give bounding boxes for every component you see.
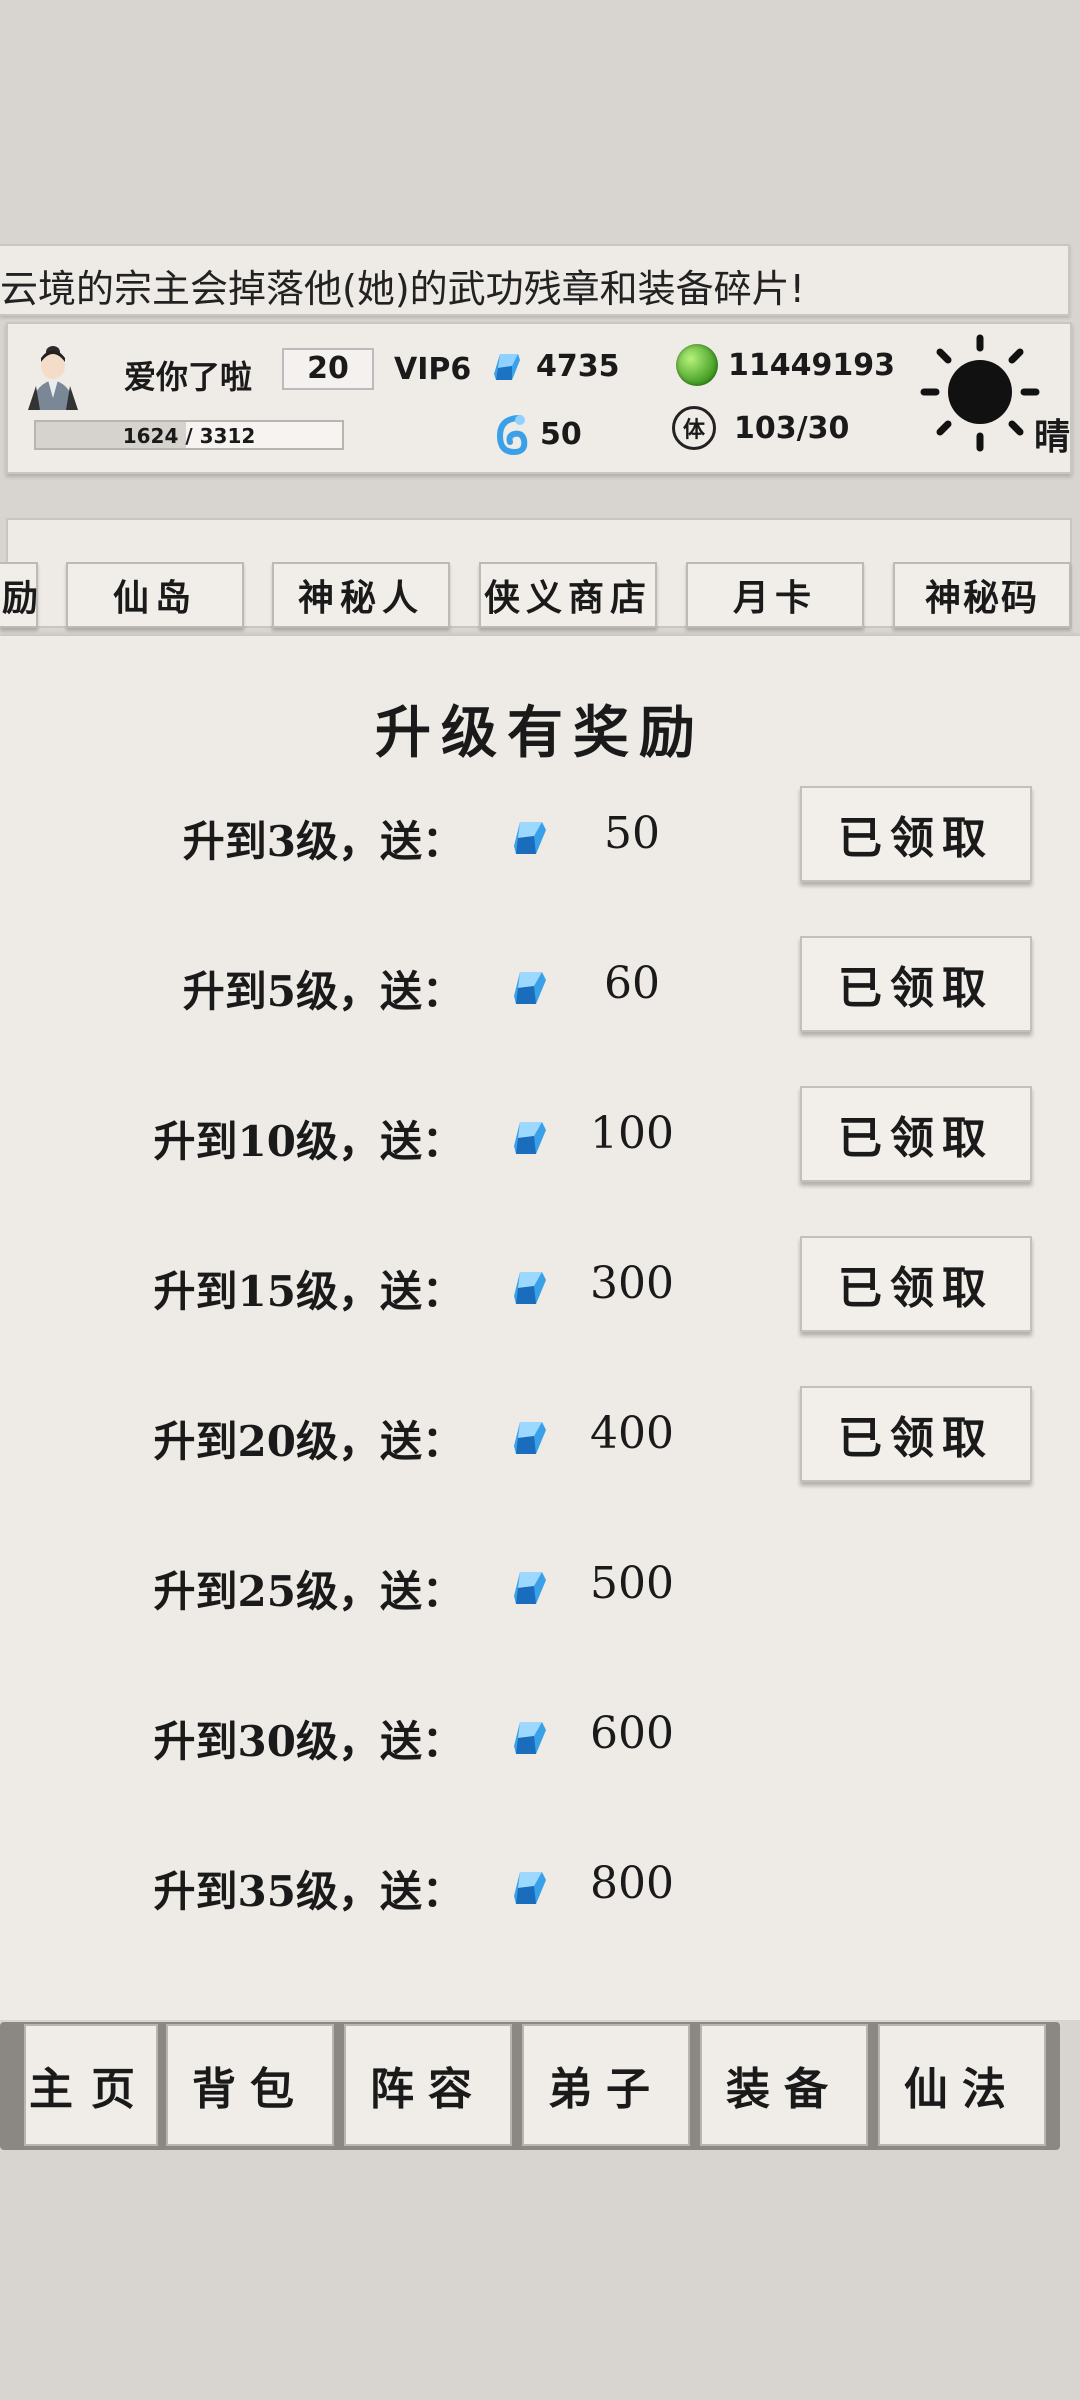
- nav-bag-button[interactable]: 背包: [166, 2024, 334, 2146]
- tab-immortal-island[interactable]: 仙岛: [66, 562, 244, 628]
- gem-icon: [514, 1122, 546, 1154]
- claimed-button[interactable]: 已领取: [800, 936, 1032, 1032]
- reward-row: 升到5级，送： 60 已领取: [0, 936, 1080, 1036]
- nav-disciples-button[interactable]: 弟子: [522, 2024, 690, 2146]
- reward-amount: 400: [590, 1408, 674, 1459]
- vip-level: VIP6: [394, 352, 472, 387]
- nav-label: 主页: [29, 2064, 153, 2115]
- tab-reward[interactable]: 励: [0, 562, 38, 628]
- tab-label: 仙岛: [112, 577, 197, 619]
- reward-amount: 60: [604, 958, 660, 1009]
- claimed-button-label: 已领取: [838, 963, 994, 1014]
- reward-level-label: 升到20级，送：: [153, 1417, 464, 1466]
- reward-row: 升到10级，送： 100 已领取: [0, 1086, 1080, 1186]
- weather-label: 晴: [1034, 416, 1071, 458]
- coin-icon: [676, 344, 718, 386]
- nav-label: 阵容: [370, 2064, 486, 2115]
- reward-row: 升到25级，送： 500: [0, 1536, 1080, 1636]
- tab-label: 神秘码: [924, 577, 1039, 619]
- nav-lineup-button[interactable]: 阵容: [344, 2024, 512, 2146]
- claimed-button-label: 已领取: [838, 1413, 994, 1464]
- reward-row: 升到30级，送： 600: [0, 1686, 1080, 1786]
- gem-icon: [514, 1422, 546, 1454]
- claimed-button[interactable]: 已领取: [800, 1086, 1032, 1182]
- reward-amount: 600: [590, 1708, 674, 1759]
- player-status-panel: 爱你了啦 20 VIP6 1624 / 3312 4735 11449193 5…: [6, 322, 1072, 474]
- reward-level-label: 升到5级，送：: [182, 967, 464, 1016]
- reward-amount: 50: [604, 808, 660, 859]
- claimed-button-label: 已领取: [838, 1263, 994, 1314]
- reward-amount: 300: [590, 1258, 674, 1309]
- gem-counter: 4735: [486, 346, 620, 386]
- reward-level-label: 升到25级，送：: [153, 1567, 464, 1616]
- reward-amount: 500: [590, 1558, 674, 1609]
- tab-mystery-person[interactable]: 神秘人: [272, 562, 450, 628]
- reward-level-label: 升到10级，送：: [153, 1117, 464, 1166]
- reward-level-label: 升到3级，送：: [182, 817, 464, 866]
- experience-bar: 1624 / 3312: [34, 420, 344, 450]
- nav-label: 仙法: [904, 2064, 1020, 2115]
- tab-label: 神秘人: [297, 577, 424, 619]
- reward-level-label: 升到15级，送：: [153, 1267, 464, 1316]
- reward-row: 升到15级，送： 300 已领取: [0, 1236, 1080, 1336]
- reward-row: 升到3级，送： 50 已领取: [0, 786, 1080, 886]
- reward-level-label: 升到30级，送：: [153, 1717, 464, 1766]
- nav-label: 背包: [192, 2064, 308, 2115]
- tab-monthly-card[interactable]: 月卡: [686, 562, 864, 628]
- sun-icon: [920, 334, 1040, 452]
- stamina-icon: 体: [672, 406, 716, 450]
- claimed-button-label: 已领取: [838, 813, 994, 864]
- tab-chivalry-shop[interactable]: 侠义商店: [479, 562, 657, 628]
- claimed-button-label: 已领取: [838, 1113, 994, 1164]
- gem-icon: [514, 1722, 546, 1754]
- page-title: 升级有奖励: [375, 700, 705, 766]
- reward-amount: 800: [590, 1858, 674, 1909]
- avatar[interactable]: [22, 338, 84, 410]
- tab-label: 侠义商店: [483, 577, 652, 619]
- reward-amount: 100: [590, 1108, 674, 1159]
- announcement-banner: 云境的宗主会掉落他(她)的武功残章和装备碎片!: [0, 244, 1070, 316]
- stamina-count: 103/30: [734, 410, 850, 446]
- nav-spells-button[interactable]: 仙法: [878, 2024, 1046, 2146]
- gem-icon: [514, 1572, 546, 1604]
- reward-level-label: 升到35级，送：: [153, 1867, 464, 1916]
- reward-row: 升到20级，送： 400 已领取: [0, 1386, 1080, 1486]
- coin-count: 11449193: [728, 347, 895, 383]
- orb-counter: 50: [494, 412, 582, 456]
- nav-home-button[interactable]: 主页: [24, 2024, 158, 2146]
- claimed-button[interactable]: 已领取: [800, 786, 1032, 882]
- claimed-button[interactable]: 已领取: [800, 1386, 1032, 1482]
- coin-counter: 11449193: [676, 344, 895, 386]
- gem-count: 4735: [536, 348, 620, 384]
- player-level: 20: [282, 348, 374, 390]
- orb-count: 50: [540, 416, 582, 452]
- gem-icon: [514, 822, 546, 854]
- gem-icon: [514, 1272, 546, 1304]
- gem-icon: [514, 1872, 546, 1904]
- level-reward-panel: 升级有奖励 升到3级，送： 50 已领取 升到5级，送： 60 已领取 升到10级，送： 10…: [0, 636, 1080, 2020]
- tab-label: 励: [2, 577, 39, 619]
- nav-label: 弟子: [548, 2064, 664, 2115]
- stamina-counter: 体 103/30: [672, 406, 849, 450]
- game-screen: 云境的宗主会掉落他(她)的武功残章和装备碎片! 爱你了啦 20 VIP6 162…: [0, 0, 1080, 2400]
- spirit-orb-icon: [496, 415, 528, 456]
- experience-text: 1624 / 3312: [122, 424, 256, 448]
- announcement-text: 云境的宗主会掉落他(她)的武功残章和装备碎片!: [0, 267, 805, 311]
- tab-label: 月卡: [732, 577, 817, 619]
- nav-equipment-button[interactable]: 装备: [700, 2024, 868, 2146]
- reward-row: 升到35级，送： 800: [0, 1836, 1080, 1936]
- tab-mystery-code[interactable]: 神秘码: [893, 562, 1071, 628]
- player-name: 爱你了啦: [124, 358, 253, 396]
- gem-icon: [494, 354, 520, 380]
- nav-label: 装备: [726, 2064, 842, 2115]
- claimed-button[interactable]: 已领取: [800, 1236, 1032, 1332]
- gem-icon: [514, 972, 546, 1004]
